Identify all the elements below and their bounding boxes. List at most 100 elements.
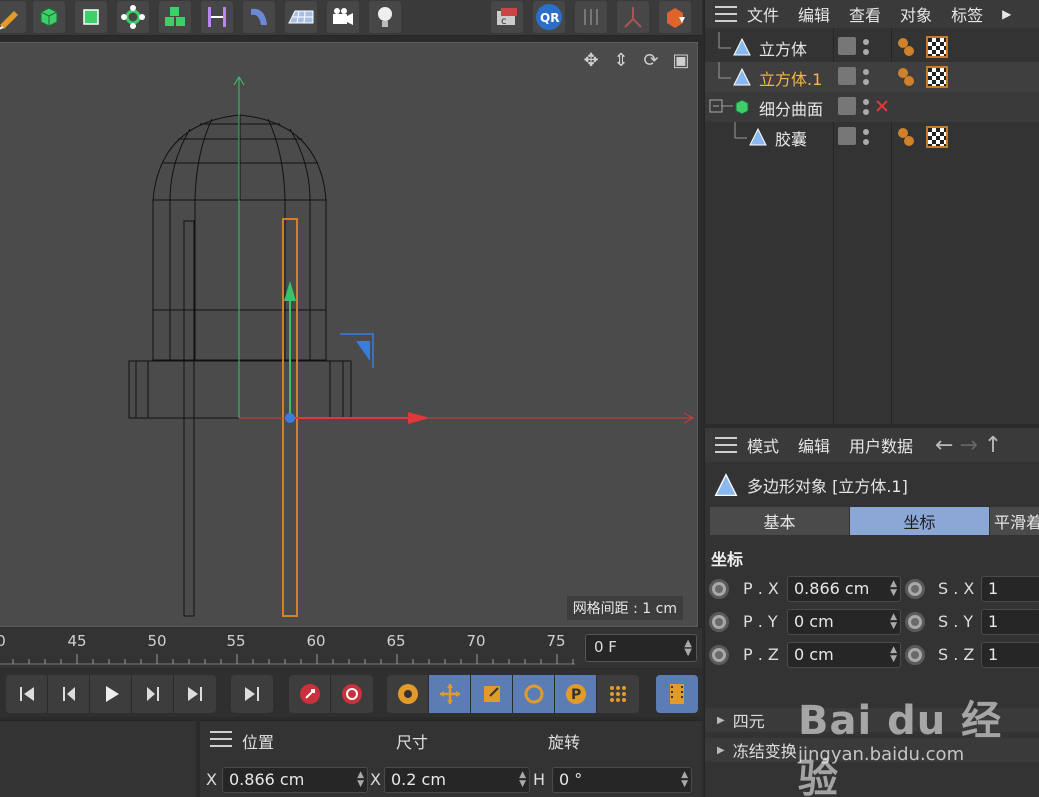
forward-arrow-icon[interactable]: →	[959, 433, 977, 458]
sy-key-radio[interactable]	[905, 612, 925, 632]
film-strip-icon[interactable]	[656, 675, 698, 713]
key-scale-icon[interactable]	[471, 675, 513, 713]
heading-field[interactable]: 0 ° ▲ ▼	[552, 767, 692, 793]
array-icon[interactable]	[117, 1, 149, 33]
sy-field[interactable]: 1	[981, 609, 1039, 635]
play-button[interactable]	[90, 675, 132, 713]
tab-basic[interactable]: 基本	[710, 507, 850, 535]
tick-label: 45	[67, 632, 87, 650]
cube-primitive-icon[interactable]	[33, 1, 65, 33]
visibility-dots-icon[interactable]	[862, 97, 870, 117]
object-row[interactable]: 立方体	[705, 32, 1039, 62]
visibility-dots-icon[interactable]	[862, 37, 870, 57]
menu-mode[interactable]: 模式	[747, 433, 779, 457]
current-frame-field[interactable]: 0 F ▲ ▼	[585, 634, 697, 662]
tick-label: 75	[546, 632, 566, 650]
svg-text:c: c	[501, 16, 507, 27]
sz-label: S . Z	[938, 645, 975, 664]
object-row[interactable]: 胶囊	[705, 122, 1039, 152]
render-view-icon[interactable]: c	[491, 1, 523, 33]
3d-viewport[interactable]: ✥ ⇕ ⟳ ▣ 网格间距 : 1 cm	[0, 42, 698, 627]
auto-key-icon[interactable]	[331, 675, 373, 713]
key-point-level-icon[interactable]	[597, 675, 639, 713]
goto-start-button[interactable]	[6, 675, 48, 713]
px-key-radio[interactable]	[709, 579, 729, 599]
disabled-cross-icon[interactable]	[875, 99, 889, 113]
menu-icon[interactable]	[715, 6, 737, 22]
menu-file[interactable]: 文件	[747, 2, 779, 26]
menu-edit[interactable]: 编辑	[798, 433, 830, 457]
texture-tag-icon[interactable]	[926, 66, 948, 88]
rotation-column-label: 旋转	[548, 733, 581, 752]
menu-edit[interactable]: 编辑	[798, 2, 830, 26]
material-tag-icon[interactable]	[896, 66, 920, 88]
object-row-active[interactable]: 立方体.1	[705, 62, 1039, 92]
align-icon[interactable]	[575, 1, 607, 33]
generator-icon[interactable]	[75, 1, 107, 33]
position-x-field[interactable]: 0.866 cm ▲ ▼	[222, 767, 368, 793]
material-tag-icon[interactable]	[896, 126, 920, 148]
material-manager	[0, 720, 196, 797]
keyframe-settings-icon[interactable]	[387, 675, 429, 713]
key-parameter-icon[interactable]: P	[555, 675, 597, 713]
sx-field[interactable]: 1	[981, 576, 1039, 602]
next-frame-button[interactable]	[132, 675, 174, 713]
menu-icon[interactable]	[715, 437, 737, 453]
rotate-view-icon[interactable]: ⟳	[640, 49, 662, 71]
visibility-dots-icon[interactable]	[862, 67, 870, 87]
toggle-view-icon[interactable]: ▣	[670, 49, 692, 71]
prev-frame-button[interactable]	[48, 675, 90, 713]
camera-icon[interactable]	[327, 1, 359, 33]
pen-tool-icon[interactable]	[0, 1, 26, 33]
py-label: P . Y	[743, 612, 778, 631]
move-view-icon[interactable]: ✥	[580, 49, 602, 71]
sx-key-radio[interactable]	[905, 579, 925, 599]
px-field[interactable]: 0.866 cm ▲ ▼	[787, 576, 901, 602]
goto-end-button[interactable]	[174, 675, 216, 713]
visibility-dots-icon[interactable]	[862, 127, 870, 147]
floor-icon[interactable]	[285, 1, 317, 33]
menu-objects[interactable]: 对象	[900, 2, 932, 26]
loop-end-button[interactable]	[231, 675, 273, 713]
sz-field[interactable]: 1	[981, 642, 1039, 668]
expand-triangle-icon: ▶	[717, 714, 725, 726]
qr-plugin-icon[interactable]: QR	[533, 1, 565, 33]
cloner-icon[interactable]	[159, 1, 191, 33]
menu-icon[interactable]	[210, 731, 232, 747]
size-x-field[interactable]: 0.2 cm ▲ ▼	[384, 767, 530, 793]
editable-toggle-icon[interactable]	[838, 97, 856, 115]
record-key-icon[interactable]	[289, 675, 331, 713]
watermark-logo: Bai du 经验	[798, 698, 1003, 797]
object-row[interactable]: 细分曲面	[705, 92, 1039, 122]
menu-user-data[interactable]: 用户数据	[849, 433, 913, 457]
sz-key-radio[interactable]	[905, 645, 925, 665]
menu-more-icon[interactable]: ▶	[1002, 7, 1011, 21]
watermark-url: jingyan.baidu.com	[798, 744, 965, 765]
pz-key-radio[interactable]	[709, 645, 729, 665]
key-rotation-icon[interactable]	[513, 675, 555, 713]
zoom-view-icon[interactable]: ⇕	[610, 49, 632, 71]
py-key-radio[interactable]	[709, 612, 729, 632]
drop-object-icon[interactable]	[659, 1, 691, 33]
key-position-icon[interactable]	[429, 675, 471, 713]
material-tag-icon[interactable]	[896, 36, 920, 58]
py-field[interactable]: 0 cm ▲ ▼	[787, 609, 901, 635]
texture-tag-icon[interactable]	[926, 126, 948, 148]
deformer-icon[interactable]	[201, 1, 233, 33]
pz-field[interactable]: 0 cm ▲ ▼	[787, 642, 901, 668]
joint-icon[interactable]	[617, 1, 649, 33]
tab-phong[interactable]: 平滑着	[990, 507, 1039, 535]
light-icon[interactable]	[369, 1, 401, 33]
menu-view[interactable]: 查看	[849, 2, 881, 26]
editable-toggle-icon[interactable]	[838, 67, 856, 85]
playback-bar: P	[0, 669, 702, 717]
editable-toggle-icon[interactable]	[838, 127, 856, 145]
bend-icon[interactable]	[243, 1, 275, 33]
editable-toggle-icon[interactable]	[838, 37, 856, 55]
timeline-ruler[interactable]: 0 45 50 55 60 65 70 75 0 F ▲ ▼	[0, 628, 702, 668]
up-arrow-icon[interactable]: ↑	[984, 433, 1002, 458]
back-arrow-icon[interactable]: ←	[935, 433, 953, 458]
tab-coordinates[interactable]: 坐标	[850, 507, 990, 535]
texture-tag-icon[interactable]	[926, 36, 948, 58]
menu-tags[interactable]: 标签	[951, 2, 983, 26]
